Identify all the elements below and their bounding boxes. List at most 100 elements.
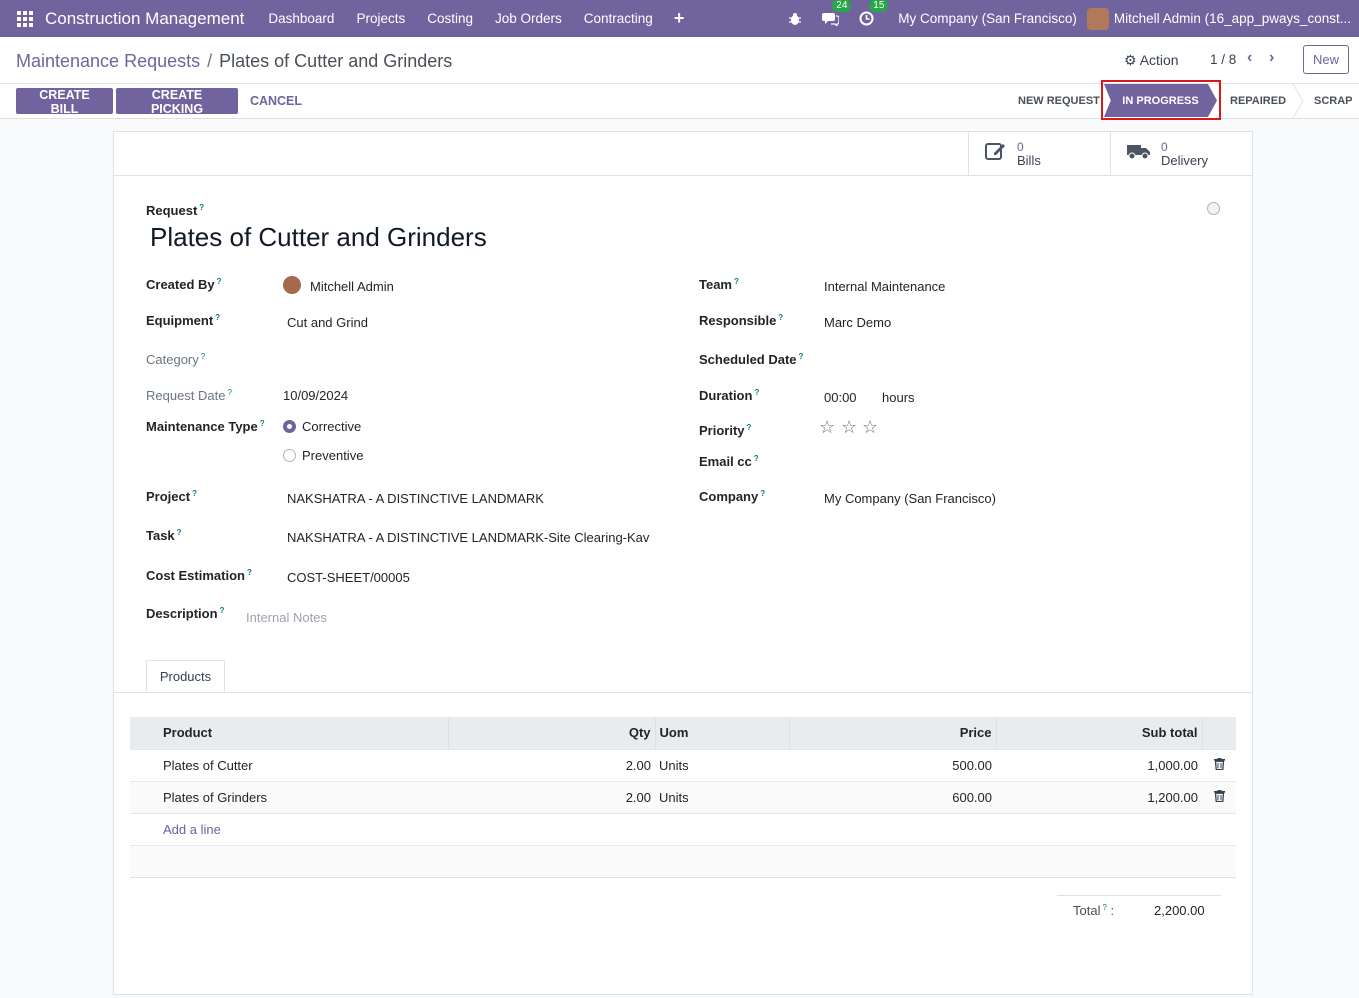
chevron-left-icon[interactable]: ‹ [1247,49,1252,67]
bills-count: 0 [1017,140,1024,154]
create-bill-button[interactable]: CREATE BILL [16,88,113,116]
chevron-right-icon[interactable]: › [1269,49,1274,67]
nav-item-projects[interactable]: Projects [356,11,405,26]
action-label: Action [1139,52,1179,68]
product-lines-table: Product Qty Uom Price Sub total Plates o… [130,717,1236,878]
total-label: Total? : [1073,903,1115,918]
request-label: Request? [146,203,205,218]
user-avatar[interactable] [1086,7,1109,30]
responsible-field[interactable]: Marc Demo [824,315,891,330]
cell-product[interactable]: Plates of Grinders [130,780,448,813]
gear-icon: ⚙ [1124,52,1137,68]
cell-product[interactable]: Plates of Cutter [130,748,448,781]
priority-star-icon[interactable]: ☆ [841,417,857,438]
nav-item-dashboard[interactable]: Dashboard [268,11,334,26]
scheduled-date-label: Scheduled Date? [699,352,804,367]
add-line-link[interactable]: Add a line [130,812,1236,845]
column-header-price[interactable]: Price [789,717,997,749]
table-row[interactable]: Plates of Grinders 2.00 Units 600.00 1,2… [130,780,1236,813]
kanban-state-indicator[interactable] [1207,202,1220,215]
company-switcher[interactable]: My Company (San Francisco) [898,11,1077,26]
equipment-label: Equipment? [146,313,221,328]
cell-subtotal: 1,200.00 [996,780,1202,813]
corrective-label[interactable]: Corrective [302,419,361,434]
stage-repaired[interactable]: REPAIRED [1230,95,1286,107]
preventive-radio[interactable] [283,449,296,462]
column-header-uom[interactable]: Uom [655,717,790,749]
new-button[interactable]: New [1303,45,1349,74]
breadcrumb: Maintenance Requests / Plates of Cutter … [16,51,452,72]
table-header-row: Product Qty Uom Price Sub total [130,717,1236,749]
cell-uom[interactable]: Units [655,780,789,813]
category-label: Category? [146,352,206,367]
activities-badge: 15 [869,0,889,12]
column-header-product[interactable]: Product [130,717,449,749]
task-label: Task? [146,528,182,543]
cost-estimation-field[interactable]: COST-SHEET/00005 [287,570,410,585]
responsible-label: Responsible? [699,313,784,328]
breadcrumb-separator: / [207,51,213,71]
cell-uom[interactable]: Units [655,748,789,781]
request-title[interactable]: Plates of Cutter and Grinders [150,222,487,253]
team-field[interactable]: Internal Maintenance [824,279,945,294]
priority-star-icon[interactable]: ☆ [819,417,835,438]
tab-products[interactable]: Products [146,660,225,693]
cost-estimation-label: Cost Estimation? [146,568,252,583]
request-date-field[interactable]: 10/09/2024 [283,388,348,403]
cell-price[interactable]: 500.00 [789,748,996,781]
priority-star-icon[interactable]: ☆ [862,417,878,438]
cancel-button[interactable]: CANCEL [245,88,307,114]
corrective-radio[interactable] [283,420,296,433]
nav-item-job-orders[interactable]: Job Orders [495,11,562,26]
nav-item-contracting[interactable]: Contracting [584,11,653,26]
duration-field[interactable]: 00:00 [824,390,857,405]
app-brand[interactable]: Construction Management [45,9,244,29]
highlight-box [1101,80,1221,120]
task-field[interactable]: NAKSHATRA - A DISTINCTIVE LANDMARK-Site … [287,530,649,545]
equipment-field[interactable]: Cut and Grind [287,315,368,330]
column-header-qty[interactable]: Qty [448,717,656,749]
user-menu[interactable]: Mitchell Admin (16_app_pways_const... [1114,11,1351,26]
stage-scrap[interactable]: SCRAP [1314,95,1353,107]
description-field[interactable]: Internal Notes [246,610,327,625]
priority-label: Priority? [699,423,752,438]
chat-icon[interactable]: 24 [822,0,852,26]
project-field[interactable]: NAKSHATRA - A DISTINCTIVE LANDMARK [287,491,544,506]
cell-qty[interactable]: 2.00 [448,748,655,781]
cell-price[interactable]: 600.00 [789,780,996,813]
created-by-label: Created By? [146,277,222,292]
pager-value[interactable]: 1 / 8 [1210,52,1236,67]
messages-badge: 24 [832,0,852,12]
tab-divider [114,692,1252,693]
trash-icon[interactable] [1202,748,1236,781]
duration-label: Duration? [699,388,760,403]
nav-item-costing[interactable]: Costing [427,11,473,26]
add-line-row: Add a line [130,812,1236,845]
company-field[interactable]: My Company (San Francisco) [824,491,996,506]
clock-icon[interactable]: 15 [859,0,889,26]
smart-button-box: 0 Bills 0 Delivery [114,132,1252,176]
trash-icon[interactable] [1202,780,1236,813]
bug-icon[interactable] [788,12,802,26]
total-value: 2,200.00 [1154,903,1205,918]
request-date-label: Request Date? [146,388,232,403]
preventive-label[interactable]: Preventive [302,448,363,463]
plus-icon[interactable]: + [674,8,685,29]
avatar [283,276,301,294]
delivery-label: Delivery [1161,153,1208,168]
column-header-subtotal[interactable]: Sub total [996,717,1203,749]
apps-menu-icon[interactable] [17,10,33,27]
stage-new-request[interactable]: NEW REQUEST [1018,95,1100,107]
table-row[interactable]: Plates of Cutter 2.00 Units 500.00 1,000… [130,748,1236,781]
create-picking-button[interactable]: CREATE PICKING [116,88,238,116]
cell-qty[interactable]: 2.00 [448,780,655,813]
delivery-smart-button[interactable]: 0 Delivery [1110,132,1252,176]
created-by-field[interactable]: Mitchell Admin [310,279,394,294]
truck-icon [1127,142,1151,166]
breadcrumb-parent[interactable]: Maintenance Requests [16,51,200,72]
stage-separator [1292,84,1304,118]
bills-smart-button[interactable]: 0 Bills [968,132,1110,176]
duration-unit: hours [882,390,915,405]
action-menu-button[interactable]: ⚙ Action [1124,52,1179,69]
breadcrumb-current: Plates of Cutter and Grinders [219,51,453,71]
